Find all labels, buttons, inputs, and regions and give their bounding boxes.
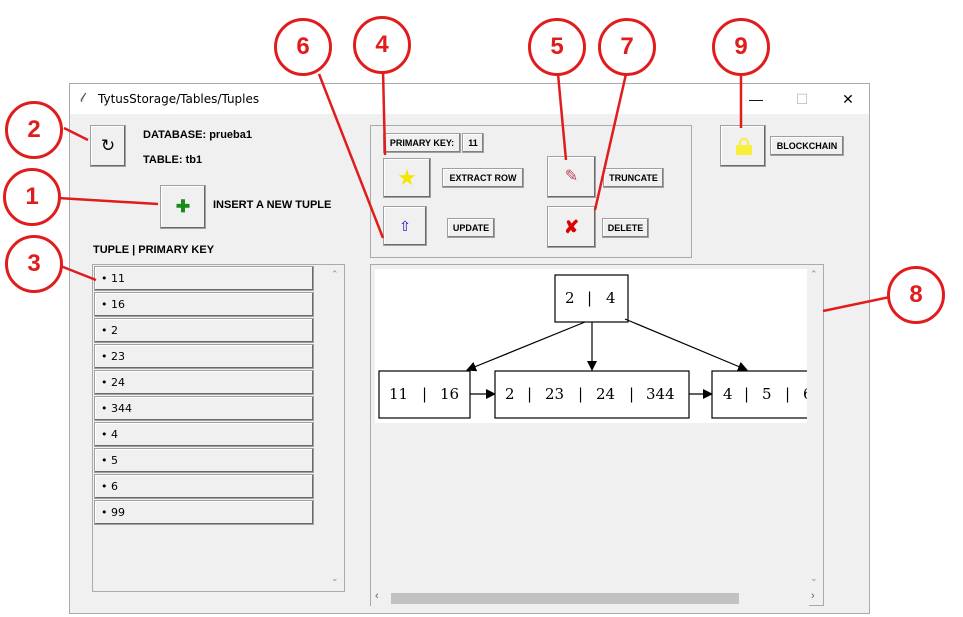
callout-9: 9 [712, 18, 770, 76]
callout-8: 8 [887, 266, 945, 324]
callout-6: 6 [274, 18, 332, 76]
callout-7: 7 [598, 18, 656, 76]
callout-1: 1 [3, 168, 61, 226]
callout-5: 5 [528, 18, 586, 76]
callout-4: 4 [353, 16, 411, 74]
callout-3: 3 [5, 235, 63, 293]
callout-2: 2 [5, 101, 63, 159]
callout-lines [57, 69, 891, 313]
